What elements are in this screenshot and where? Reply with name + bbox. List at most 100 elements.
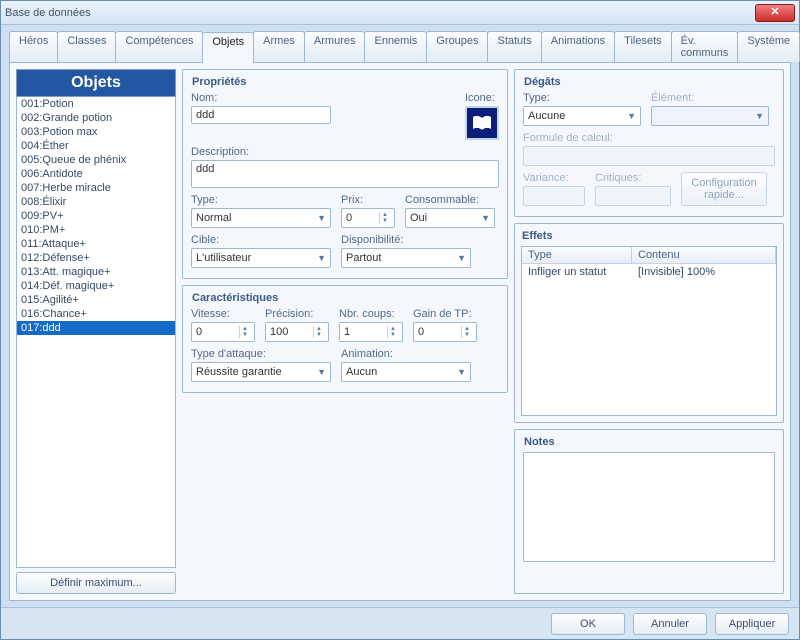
- speed-input[interactable]: 0▲▼: [191, 322, 255, 342]
- variance-input: [523, 186, 585, 206]
- hits-label: Nbr. coups:: [339, 308, 403, 320]
- attack-type-select[interactable]: Réussite garantie▼: [191, 362, 331, 382]
- properties-title: Propriétés: [189, 76, 249, 88]
- icon-label: Icone:: [465, 92, 499, 104]
- tab-armes[interactable]: Armes: [253, 31, 305, 62]
- list-item[interactable]: 013:Att. magique+: [17, 265, 175, 279]
- dmg-type-label: Type:: [523, 92, 641, 104]
- tab-strip: HérosClassesCompétencesObjetsArmesArmure…: [9, 31, 791, 62]
- quick-config-button[interactable]: Configuration rapide...: [681, 172, 767, 206]
- ok-button[interactable]: OK: [551, 613, 625, 635]
- list-item[interactable]: 016:Chance+: [17, 307, 175, 321]
- list-item[interactable]: 009:PV+: [17, 209, 175, 223]
- animation-select[interactable]: Aucun▼: [341, 362, 471, 382]
- list-item[interactable]: 007:Herbe miracle: [17, 181, 175, 195]
- desc-label: Description:: [191, 146, 499, 158]
- chevron-down-icon: ▼: [317, 253, 326, 263]
- precision-label: Précision:: [265, 308, 329, 320]
- tab-animations[interactable]: Animations: [541, 31, 615, 62]
- list-item[interactable]: 005:Queue de phénix: [17, 153, 175, 167]
- formula-label: Formule de calcul:: [523, 132, 775, 144]
- target-label: Cible:: [191, 234, 331, 246]
- list-header: Objets: [16, 69, 176, 97]
- close-button[interactable]: ✕: [755, 4, 795, 22]
- tab-armures[interactable]: Armures: [304, 31, 366, 62]
- name-input[interactable]: [191, 106, 331, 124]
- tab--v-communs[interactable]: Év. communs: [671, 31, 739, 62]
- list-item[interactable]: 015:Agilité+: [17, 293, 175, 307]
- tab-comp-tences[interactable]: Compétences: [115, 31, 203, 62]
- element-label: Élément:: [651, 92, 769, 104]
- price-input[interactable]: 0▲▼: [341, 208, 395, 228]
- name-label: Nom:: [191, 92, 455, 104]
- icon-picker[interactable]: [465, 106, 499, 140]
- precision-input[interactable]: 100▲▼: [265, 322, 329, 342]
- list-item[interactable]: 003:Potion max: [17, 125, 175, 139]
- book-icon: [472, 115, 492, 131]
- variance-label: Variance:: [523, 172, 585, 184]
- formula-input: [523, 146, 775, 166]
- tp-input[interactable]: 0▲▼: [413, 322, 477, 342]
- notes-group: Notes: [514, 429, 784, 594]
- desc-input[interactable]: ddd: [191, 160, 499, 188]
- effects-table[interactable]: Type Contenu Infliger un statut [Invisib…: [521, 246, 777, 416]
- chevron-down-icon: ▼: [627, 111, 636, 121]
- target-select[interactable]: L'utilisateur▼: [191, 248, 331, 268]
- list-item[interactable]: 006:Antidote: [17, 167, 175, 181]
- list-item[interactable]: 001:Potion: [17, 97, 175, 111]
- notes-input[interactable]: [523, 452, 775, 562]
- cancel-button[interactable]: Annuler: [633, 613, 707, 635]
- crit-label: Critiques:: [595, 172, 671, 184]
- chevron-down-icon: ▼: [481, 213, 490, 223]
- consumable-label: Consommable:: [405, 194, 495, 206]
- list-item[interactable]: 010:PM+: [17, 223, 175, 237]
- list-item[interactable]: 012:Défense+: [17, 251, 175, 265]
- element-select[interactable]: ▼: [651, 106, 769, 126]
- chevron-down-icon: ▼: [317, 213, 326, 223]
- list-item[interactable]: 008:Élixir: [17, 195, 175, 209]
- effects-title: Effets: [519, 230, 556, 242]
- list-item[interactable]: 017:ddd: [17, 321, 175, 335]
- tab-statuts[interactable]: Statuts: [487, 31, 541, 62]
- list-item[interactable]: 014:Déf. magique+: [17, 279, 175, 293]
- effect-type-cell: Infliger un statut: [522, 264, 632, 280]
- tab-ennemis[interactable]: Ennemis: [364, 31, 427, 62]
- availability-label: Disponibilité:: [341, 234, 471, 246]
- apply-button[interactable]: Appliquer: [715, 613, 789, 635]
- window-title: Base de données: [5, 7, 755, 19]
- availability-select[interactable]: Partout▼: [341, 248, 471, 268]
- hits-input[interactable]: 1▲▼: [339, 322, 403, 342]
- tp-label: Gain de TP:: [413, 308, 477, 320]
- price-label: Prix:: [341, 194, 395, 206]
- tab-tilesets[interactable]: Tilesets: [614, 31, 672, 62]
- effect-content-cell: [Invisible] 100%: [632, 264, 776, 280]
- tab-groupes[interactable]: Groupes: [426, 31, 488, 62]
- properties-group: Propriétés Nom: Icone:: [182, 69, 508, 279]
- effects-col-content: Contenu: [632, 247, 776, 263]
- type-select[interactable]: Normal▼: [191, 208, 331, 228]
- damage-title: Dégâts: [521, 76, 564, 88]
- right-column: Dégâts Type: Aucune▼ Élément: ▼: [514, 69, 784, 594]
- item-list[interactable]: 001:Potion002:Grande potion003:Potion ma…: [16, 97, 176, 568]
- effects-group: Effets Type Contenu Infliger un statut […: [514, 223, 784, 423]
- dmg-type-select[interactable]: Aucune▼: [523, 106, 641, 126]
- chevron-down-icon: ▼: [755, 111, 764, 121]
- consumable-select[interactable]: Oui▼: [405, 208, 495, 228]
- characteristics-title: Caractéristiques: [189, 292, 281, 304]
- list-item[interactable]: 002:Grande potion: [17, 111, 175, 125]
- left-column: Objets 001:Potion002:Grande potion003:Po…: [16, 69, 176, 594]
- chevron-down-icon: ▼: [457, 253, 466, 263]
- chevron-down-icon: ▼: [317, 367, 326, 377]
- tab-classes[interactable]: Classes: [57, 31, 116, 62]
- chevron-down-icon: ▼: [457, 367, 466, 377]
- list-item[interactable]: 004:Éther: [17, 139, 175, 153]
- effects-row[interactable]: Infliger un statut [Invisible] 100%: [522, 264, 776, 280]
- list-item[interactable]: 011:Attaque+: [17, 237, 175, 251]
- tab-syst-me[interactable]: Système: [737, 31, 800, 62]
- crit-input: [595, 186, 671, 206]
- tab-h-ros[interactable]: Héros: [9, 31, 58, 62]
- damage-group: Dégâts Type: Aucune▼ Élément: ▼: [514, 69, 784, 217]
- effects-header: Type Contenu: [522, 247, 776, 264]
- tab-objets[interactable]: Objets: [202, 32, 254, 63]
- define-max-button[interactable]: Définir maximum...: [16, 572, 176, 594]
